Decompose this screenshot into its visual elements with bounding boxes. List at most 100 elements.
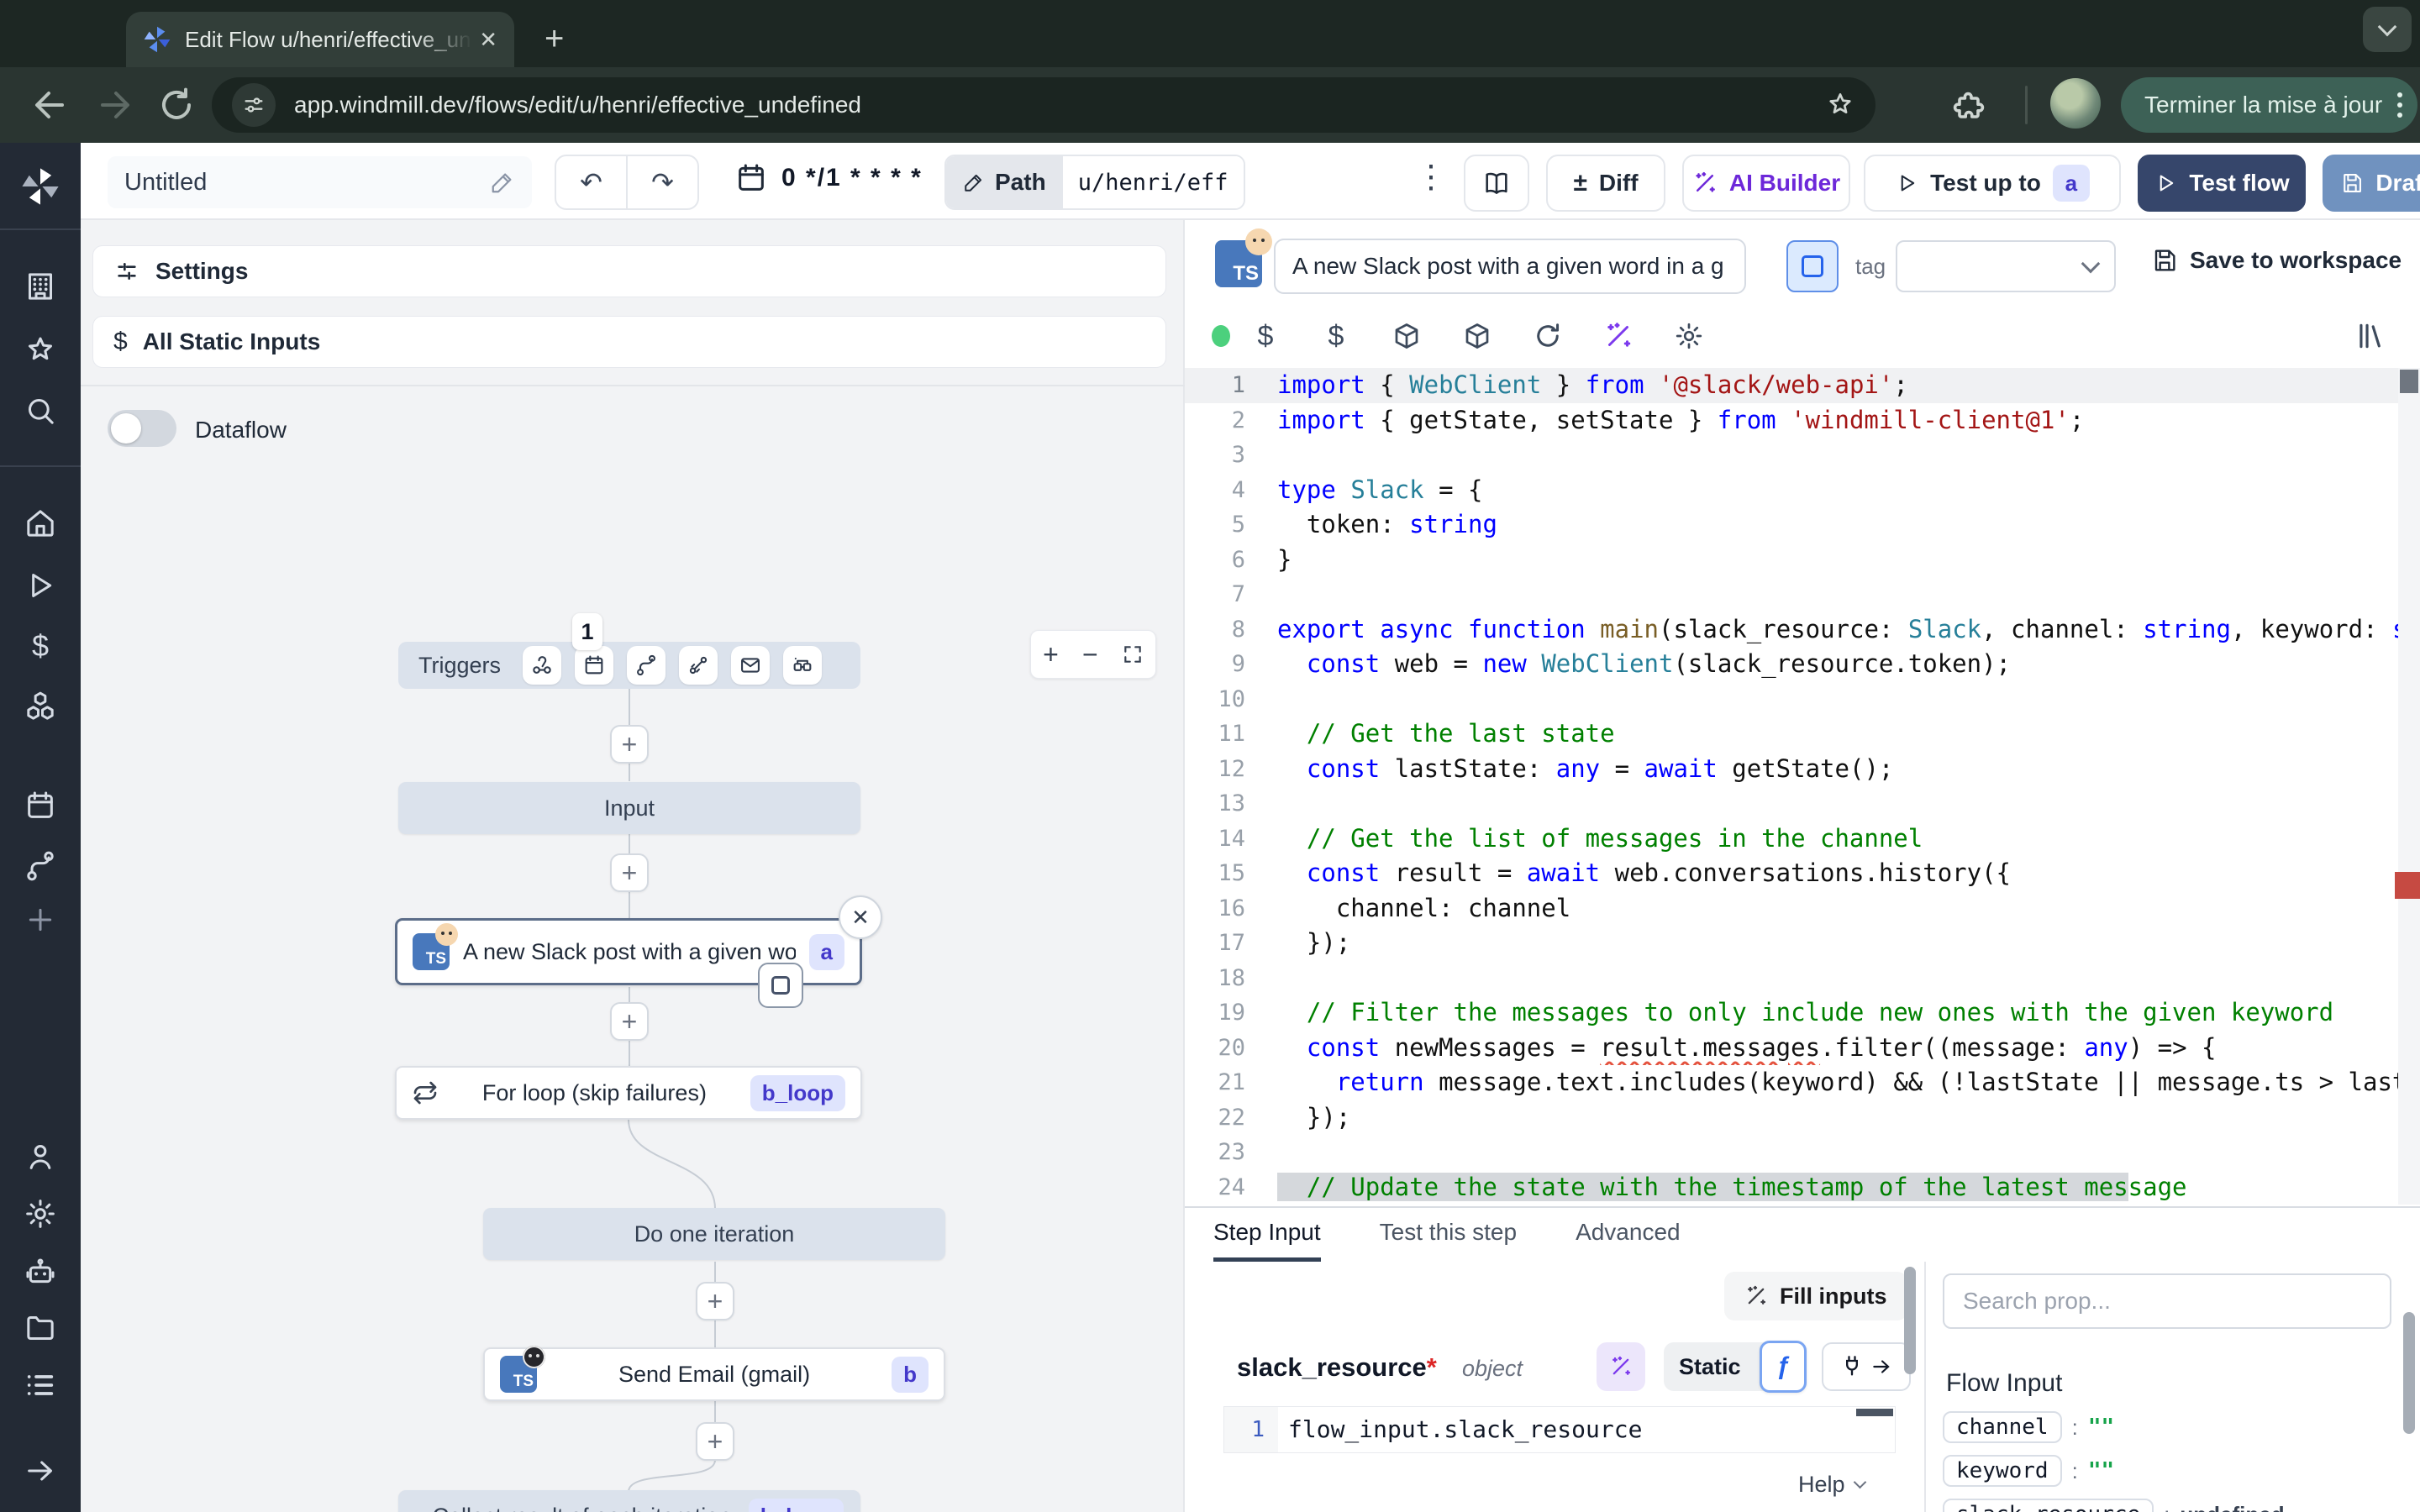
step-summary-input[interactable]: A new Slack post with a given word in a … [1274,239,1746,294]
editor-package-icon[interactable] [1442,320,1512,353]
code-line[interactable]: 5 token: string [1185,507,2420,543]
redo-button[interactable]: ↷ [628,156,697,208]
editor-ai-wand-icon[interactable] [1583,320,1654,353]
code-line[interactable]: 3 [1185,438,2420,473]
back-icon[interactable] [30,85,71,125]
code-line[interactable]: 23 [1185,1135,2420,1170]
code-line[interactable]: 11 // Get the last state [1185,717,2420,752]
sidebar-dollar-icon[interactable]: $ [23,628,58,664]
tab-step-input[interactable]: Step Input [1213,1219,1321,1262]
library-icon[interactable] [2354,320,2386,352]
sidebar-list-icon[interactable] [23,1368,58,1403]
diff-button[interactable]: ± Diff [1546,155,1665,212]
flow-input-row-channel[interactable]: channel:"" [1943,1410,2396,1445]
sidebar-cubes-icon[interactable] [23,689,58,724]
fullscreen-icon[interactable] [1122,643,1144,665]
all-static-inputs-row[interactable]: $ All Static Inputs [92,316,1166,368]
trigger-route-icon[interactable] [627,646,666,685]
profile-avatar[interactable] [2050,78,2101,129]
sidebar-folder-icon[interactable] [23,1310,58,1346]
add-step-button[interactable]: + [610,853,649,892]
code-line[interactable]: 14 // Get the list of messages in the ch… [1185,822,2420,857]
sidebar-building-icon[interactable] [23,269,58,304]
add-step-button[interactable]: + [696,1282,734,1320]
tab-test-this-step[interactable]: Test this step [1380,1219,1517,1262]
code-line[interactable]: 22 }); [1185,1100,2420,1136]
code-line[interactable]: 12 const lastState: any = await getState… [1185,752,2420,787]
trigger-email-icon[interactable] [731,646,770,685]
sidebar-route-icon[interactable] [23,848,58,884]
node-send-email[interactable]: TS Send Email (gmail) b [483,1347,945,1401]
editor-package-icon[interactable] [1371,320,1442,353]
ai-fill-button[interactable] [1597,1342,1645,1391]
flow-input-row-keyword[interactable]: keyword:"" [1943,1453,2396,1488]
add-step-button[interactable]: + [610,725,649,764]
sidebar-user-icon[interactable] [23,1139,58,1174]
code-line[interactable]: 13 [1185,786,2420,822]
flow-name-field[interactable]: Untitled [108,156,532,208]
node-stop-button[interactable] [758,963,803,1008]
path-chip[interactable]: Path u/henri/eff [944,155,1245,210]
new-tab-button[interactable]: + [544,22,564,55]
code-line[interactable]: 6} [1185,543,2420,578]
tab-search-button[interactable] [2363,7,2412,52]
ai-builder-button[interactable]: AI Builder [1682,155,1850,212]
code-line[interactable]: 10 [1185,682,2420,717]
forward-icon[interactable] [94,85,134,125]
extensions-icon[interactable] [1949,85,1990,125]
code-line[interactable]: 1import { WebClient } from '@slack/web-a… [1185,368,2420,403]
tab-close-icon[interactable]: ✕ [479,27,497,53]
url-bar[interactable]: app.windmill.dev/flows/edit/u/henri/effe… [212,77,1876,133]
add-step-button[interactable]: + [610,1002,649,1041]
trigger-webhook-icon[interactable] [523,646,561,685]
editor-refresh-icon[interactable] [1512,320,1583,353]
browser-menu-icon[interactable] [2397,92,2402,118]
code-line[interactable]: 20 const newMessages = result.messages.f… [1185,1031,2420,1066]
docs-button[interactable] [1464,155,1529,212]
bookmark-star-icon[interactable] [1825,90,1855,120]
code-line[interactable]: 17 }); [1185,926,2420,961]
sidebar-search-icon[interactable] [23,393,58,428]
sidebar-gear-icon[interactable] [23,1196,58,1231]
flow-input-row-slack_resource[interactable]: slack_resource:undefined [1943,1497,2396,1512]
props-scrollbar[interactable] [2403,1312,2415,1434]
code-line[interactable]: 18 [1185,961,2420,996]
trigger-poll-icon[interactable] [783,646,822,685]
zoom-in-button[interactable]: + [1043,639,1059,670]
code-line[interactable]: 19 // Filter the messages to only includ… [1185,995,2420,1031]
sidebar-home-icon[interactable] [23,506,58,541]
sidebar-play-icon[interactable] [23,568,58,603]
site-settings-icon[interactable] [232,83,276,127]
sidebar-calendar-icon[interactable] [23,788,58,823]
editor-dollar-icon[interactable]: $ [1230,320,1301,353]
sidebar-collapse-arrow-icon[interactable] [23,1453,58,1488]
editor-gear-icon[interactable] [1654,320,1724,353]
undo-button[interactable]: ↶ [556,156,628,208]
reload-icon[interactable] [156,85,197,125]
delete-node-button[interactable]: ✕ [839,895,882,939]
code-line[interactable]: 16 channel: channel [1185,891,2420,927]
browser-tab[interactable]: Edit Flow u/henri/effective_un ✕ [126,12,514,67]
expression-editor[interactable]: 1 flow_input.slack_resource [1223,1406,1896,1453]
windmill-logo-icon[interactable] [20,166,60,207]
connect-input-button[interactable] [1822,1342,1911,1391]
tab-advanced[interactable]: Advanced [1576,1219,1681,1262]
code-line[interactable]: 2import { getState, setState } from 'win… [1185,403,2420,438]
node-do-one-iteration[interactable]: Do one iteration [483,1208,945,1260]
edit-name-pencil-icon[interactable] [490,170,515,195]
sidebar-star-icon[interactable] [23,333,58,368]
settings-row[interactable]: Settings [92,245,1166,297]
editor-dollar-icon[interactable]: $ [1301,320,1371,353]
expression-value[interactable]: flow_input.slack_resource [1278,1407,1895,1452]
browser-update-button[interactable]: Terminer la mise à jour [2121,77,2417,133]
test-flow-button[interactable]: Test flow [2138,155,2306,212]
node-input[interactable]: Input [398,782,860,834]
javascript-expression-button[interactable]: ƒ [1760,1341,1807,1393]
node-forloop[interactable]: For loop (skip failures) b_loop [395,1066,862,1120]
code-scrollbar-track[interactable] [2398,368,2420,1205]
tag-select[interactable] [1896,240,2116,292]
test-up-to-button[interactable]: Test up to a [1864,155,2121,212]
static-toggle[interactable]: Static ƒ [1664,1342,1802,1391]
step-panel-scrollbar[interactable] [1904,1267,1916,1374]
trigger-kafka-icon[interactable] [679,646,718,685]
